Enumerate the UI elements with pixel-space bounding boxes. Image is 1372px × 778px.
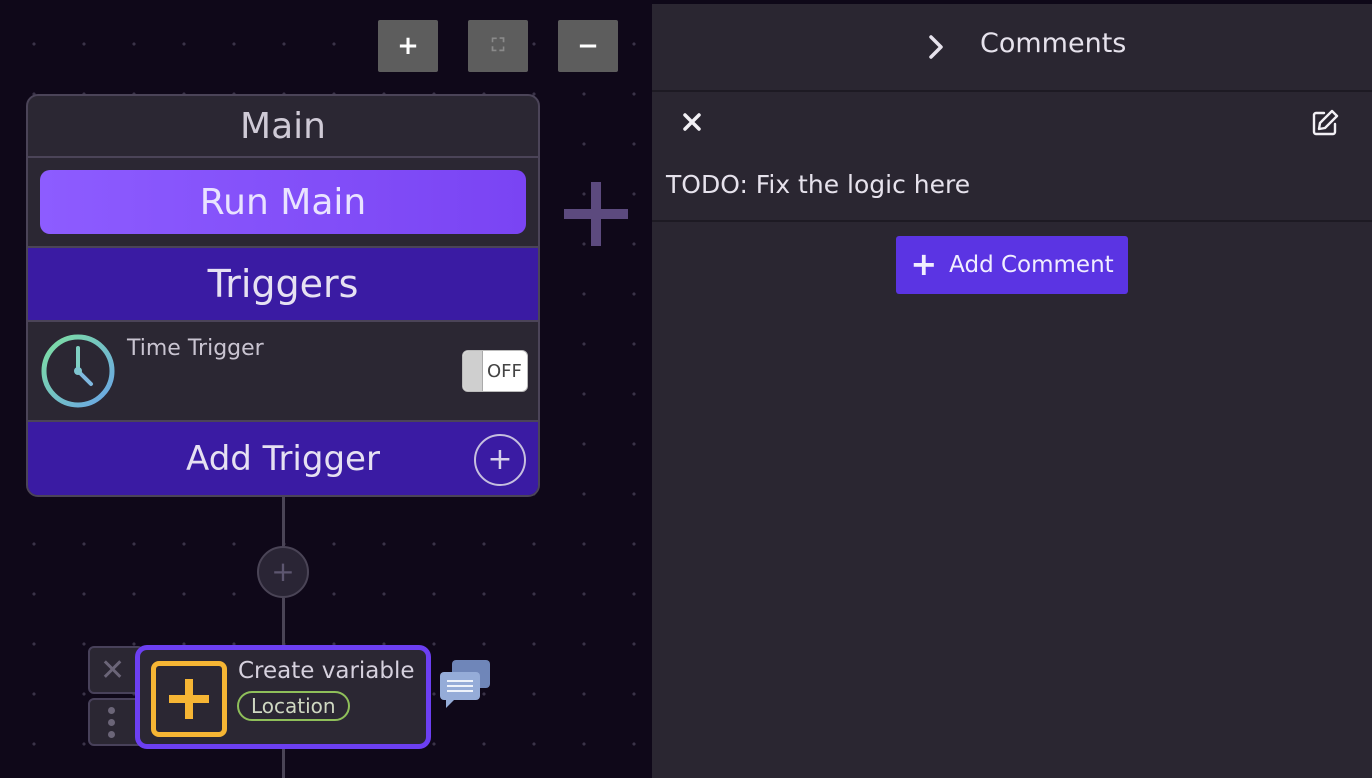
run-row: Run Main	[28, 158, 538, 248]
close-icon[interactable]	[682, 112, 702, 132]
connector-line-top	[282, 497, 285, 546]
clock-icon	[41, 334, 115, 408]
trigger-name: Time Trigger	[127, 336, 264, 361]
add-step-button[interactable]: +	[257, 546, 309, 598]
main-node-title: Main	[28, 96, 538, 158]
toggle-state-label: OFF	[487, 361, 522, 382]
triggers-heading: Triggers	[28, 248, 538, 322]
trigger-toggle[interactable]: OFF	[462, 350, 528, 392]
comment-text: TODO: Fix the logic here	[666, 170, 971, 199]
comment-bubble-icon[interactable]	[438, 658, 494, 710]
add-trigger-row[interactable]: Add Trigger +	[28, 422, 538, 495]
plus-square-icon	[151, 661, 227, 737]
connector-line-bottom	[282, 749, 285, 778]
add-trigger-button[interactable]: +	[474, 434, 526, 486]
add-comment-button[interactable]: + Add Comment	[896, 236, 1128, 294]
add-trigger-label: Add Trigger	[186, 438, 380, 479]
fit-view-button[interactable]: ⛶	[468, 20, 528, 72]
zoom-out-button[interactable]: −	[558, 20, 618, 72]
comments-panel: Comments TODO: Fix the logic here + Add …	[652, 4, 1372, 778]
add-comment-label: Add Comment	[949, 252, 1114, 278]
main-flow-node: Main Run Main Triggers Time Trigger OFF …	[26, 94, 540, 497]
edit-icon[interactable]	[1310, 108, 1340, 138]
zoom-in-button[interactable]: +	[378, 20, 438, 72]
toggle-knob	[463, 351, 483, 391]
flow-canvas[interactable]: + ⛶ − Main Run Main Triggers Time Trigge…	[0, 0, 652, 778]
comments-panel-header: Comments	[652, 4, 1372, 92]
trigger-item-time[interactable]: Time Trigger OFF	[28, 322, 538, 422]
comment-item: TODO: Fix the logic here	[652, 92, 1372, 222]
close-icon: ✕	[100, 652, 126, 688]
variable-name-badge: Location	[237, 691, 350, 721]
connector-line-middle	[282, 598, 285, 645]
run-main-button[interactable]: Run Main	[40, 170, 526, 234]
create-variable-node[interactable]: Create variable Location	[135, 645, 431, 749]
variable-node-title: Create variable	[238, 658, 415, 684]
chevron-right-icon[interactable]	[926, 34, 946, 60]
plus-icon: +	[910, 245, 938, 283]
comments-panel-title: Comments	[980, 28, 1127, 59]
add-node-plus-icon[interactable]	[564, 182, 628, 246]
more-vertical-icon	[100, 706, 115, 738]
